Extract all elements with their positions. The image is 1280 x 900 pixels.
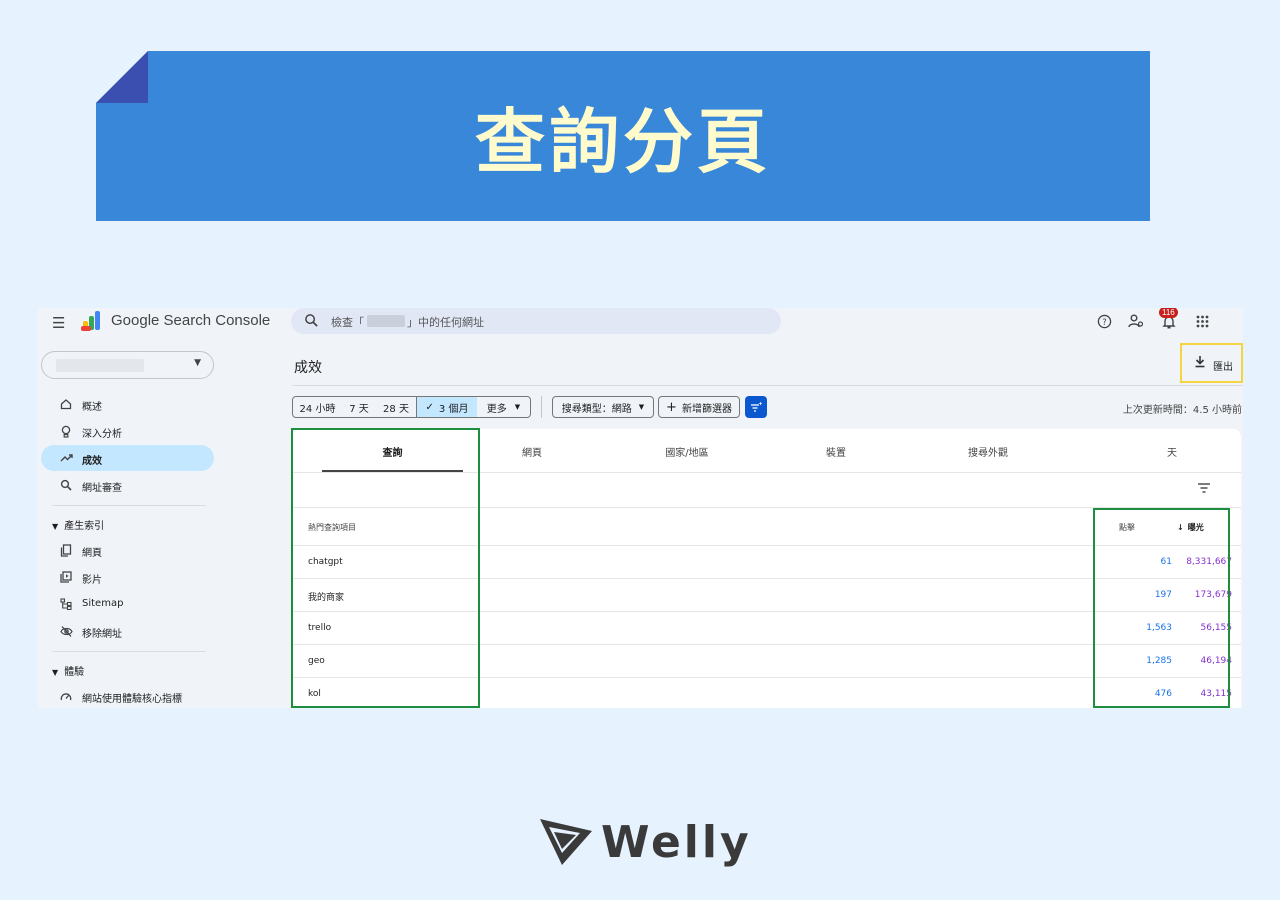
- date-chip-7d[interactable]: 7 天: [342, 396, 377, 418]
- search-console-window: ☰ Google Search Console 檢查「 」中的任何網址 ? 11…: [38, 308, 1243, 708]
- date-chip-more[interactable]: 更多 ▼: [477, 396, 531, 418]
- tab-pages[interactable]: 網頁: [502, 444, 562, 459]
- property-selector[interactable]: ▼: [41, 351, 214, 379]
- sidebar-item-performance[interactable]: 成效: [41, 445, 214, 471]
- filter-rows-icon[interactable]: [1197, 482, 1211, 494]
- search-suffix: 」中的任何網址: [407, 316, 484, 329]
- caret-down-icon: ▼: [52, 522, 59, 531]
- date-chip-24h[interactable]: 24 小時: [292, 396, 343, 418]
- lightbulb-icon: [59, 424, 73, 438]
- svg-text:?: ?: [1102, 316, 1106, 326]
- section-label: 產生索引: [64, 521, 105, 532]
- export-label: 匯出: [1213, 362, 1233, 373]
- app-name: Google Search Console: [111, 312, 271, 329]
- tab-countries[interactable]: 國家/地區: [647, 444, 727, 459]
- banner-title: 查詢分頁: [475, 100, 771, 183]
- chip-label: 新增篩選器: [681, 403, 732, 415]
- sidebar-item-label: 移除網址: [82, 629, 122, 640]
- date-chip-3m[interactable]: ✓ 3 個月: [417, 396, 478, 418]
- chip-label: 搜尋類型：網路: [561, 403, 632, 415]
- url-inspection-search[interactable]: 檢查「 」中的任何網址: [291, 308, 781, 334]
- section-indexing[interactable]: ▼ 產生索引: [52, 517, 104, 532]
- welly-brand-text: Welly: [601, 817, 752, 868]
- sidebar-item-overview[interactable]: 概述: [41, 391, 214, 417]
- tab-devices[interactable]: 裝置: [806, 444, 866, 459]
- sidebar-divider: [52, 651, 206, 652]
- tab-dates[interactable]: 天: [1142, 444, 1202, 459]
- sidebar-divider: [52, 505, 206, 506]
- help-icon[interactable]: ?: [1095, 312, 1113, 330]
- sitemap-icon: [59, 597, 73, 611]
- download-icon: [1194, 355, 1206, 372]
- trending-up-icon: [59, 451, 73, 465]
- check-icon: ✓: [425, 401, 434, 413]
- caret-down-icon: ▼: [638, 403, 645, 411]
- sidebar-item-label: 深入分析: [82, 429, 122, 440]
- search-prefix: 檢查「: [331, 316, 364, 329]
- chip-label: 更多: [486, 403, 507, 415]
- date-chip-28d[interactable]: 28 天: [376, 396, 417, 418]
- tab-search-appearance[interactable]: 搜尋外觀: [953, 444, 1023, 459]
- sidebar-item-core-web-vitals[interactable]: 網站使用體驗核心指標: [41, 683, 214, 708]
- filter-sparkle-icon: [750, 401, 762, 412]
- blurred-property: [56, 359, 144, 372]
- page-title: 成效: [294, 360, 322, 376]
- chevron-down-icon: ▼: [194, 358, 201, 368]
- sidebar-item-insights[interactable]: 深入分析: [41, 418, 214, 444]
- home-icon: [59, 397, 73, 411]
- sidebar-item-removals[interactable]: 移除網址: [41, 618, 214, 644]
- last-updated-text: 上次更新時間：4.5 小時前: [1122, 405, 1242, 416]
- sidebar-item-label: 影片: [82, 575, 102, 586]
- manage-users-icon[interactable]: [1127, 312, 1145, 330]
- toolbar-separator: [541, 396, 542, 418]
- notification-count-badge: 116: [1159, 308, 1178, 318]
- video-icon: [59, 570, 73, 584]
- sidebar-item-pages[interactable]: 網頁: [41, 537, 214, 563]
- sidebar-item-label: 網頁: [82, 548, 102, 559]
- highlight-metrics-columns: [1093, 508, 1230, 708]
- ai-filter-button[interactable]: [745, 396, 767, 418]
- export-button[interactable]: 匯出: [1180, 343, 1243, 383]
- visibility-off-icon: [59, 624, 73, 638]
- plus-icon: +: [666, 399, 677, 415]
- sidebar-item-label: 概述: [82, 402, 102, 413]
- add-filter-button[interactable]: + 新增篩選器: [658, 396, 740, 418]
- pages-icon: [59, 543, 73, 557]
- sidebar-item-url-inspection[interactable]: 網址審查: [41, 472, 214, 498]
- blurred-property-name: [367, 315, 405, 327]
- caret-down-icon: ▼: [52, 668, 59, 677]
- header-divider: [292, 385, 1243, 386]
- section-experience[interactable]: ▼ 體驗: [52, 663, 84, 678]
- apps-grid-icon[interactable]: [1193, 312, 1211, 330]
- highlight-query-column: [291, 428, 480, 708]
- menu-icon[interactable]: ☰: [52, 314, 65, 332]
- speed-icon: [59, 689, 73, 703]
- search-icon: [59, 478, 73, 492]
- caret-down-icon: ▼: [514, 403, 521, 411]
- sidebar-item-sitemap[interactable]: Sitemap: [41, 591, 214, 617]
- chip-label: 3 個月: [438, 403, 469, 415]
- search-icon: [305, 314, 318, 327]
- search-type-filter[interactable]: 搜尋類型：網路 ▼: [552, 396, 654, 418]
- welly-logo-icon: [540, 819, 592, 865]
- section-label: 體驗: [64, 667, 85, 678]
- sidebar-item-videos[interactable]: 影片: [41, 564, 214, 590]
- sidebar-item-label: Sitemap: [82, 598, 124, 609]
- search-console-logo-icon: [81, 311, 100, 331]
- sidebar-item-label: 成效: [82, 456, 102, 467]
- app-header: ☰ Google Search Console 檢查「 」中的任何網址 ? 11…: [38, 308, 1243, 334]
- sidebar-item-label: 網站使用體驗核心指標: [82, 694, 182, 705]
- sidebar-item-label: 網址審查: [82, 483, 122, 494]
